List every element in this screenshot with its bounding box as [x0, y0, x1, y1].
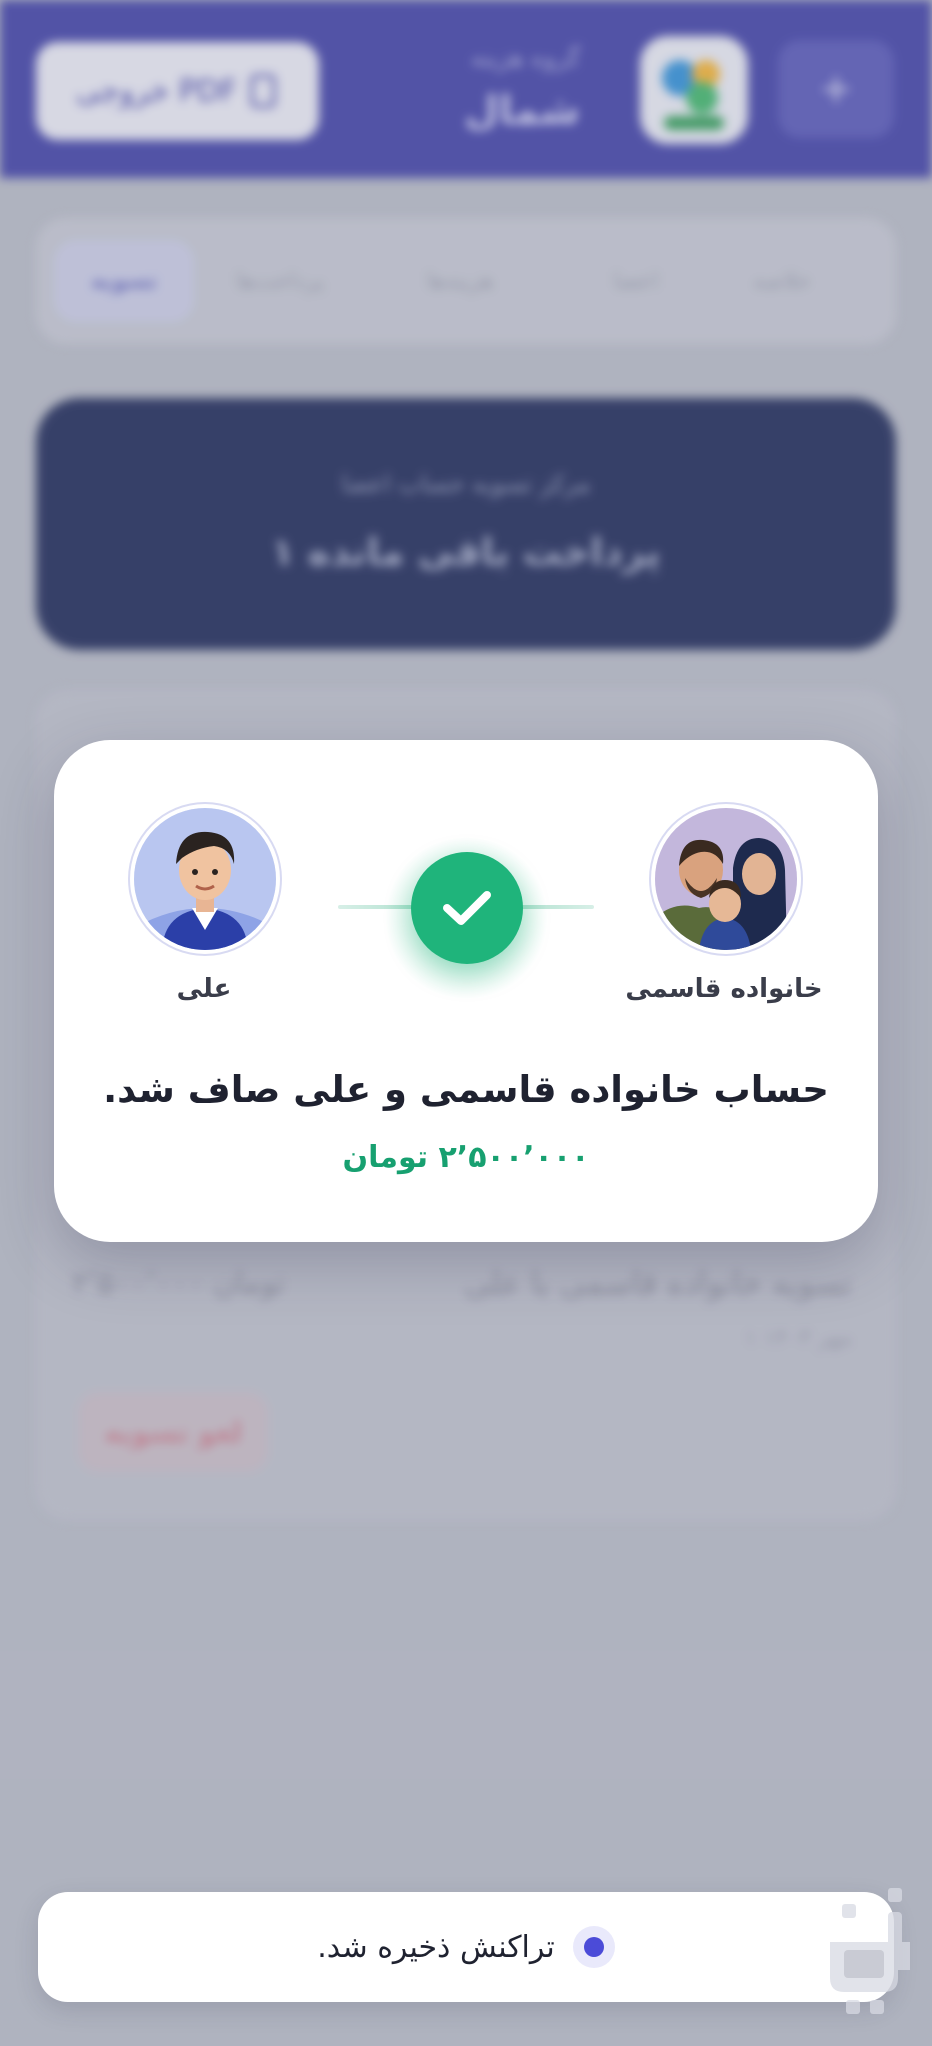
store-watermark-icon	[830, 1888, 910, 2014]
toast-message: تراکنش ذخیره شد.	[317, 1929, 555, 1965]
status-dot-icon	[572, 1926, 615, 1968]
save-toast: تراکنش ذخیره شد.	[38, 1892, 894, 2002]
success-message: حساب خانواده قاسمی و علی صاف شد.	[103, 1068, 829, 1111]
from-person-name: خانواده قاسمی	[625, 974, 823, 1004]
settled-amount: ۲٬۵۰۰٬۰۰۰ تومان	[342, 1140, 590, 1175]
success-check-icon	[411, 852, 523, 964]
avatar-family-ghasemi	[655, 808, 797, 950]
settlement-success-modal: علی خانواده قاسمی حساب خانواده قاسمی و ع…	[54, 740, 878, 1242]
to-person-name: علی	[176, 974, 232, 1004]
avatar-ali	[134, 808, 276, 950]
